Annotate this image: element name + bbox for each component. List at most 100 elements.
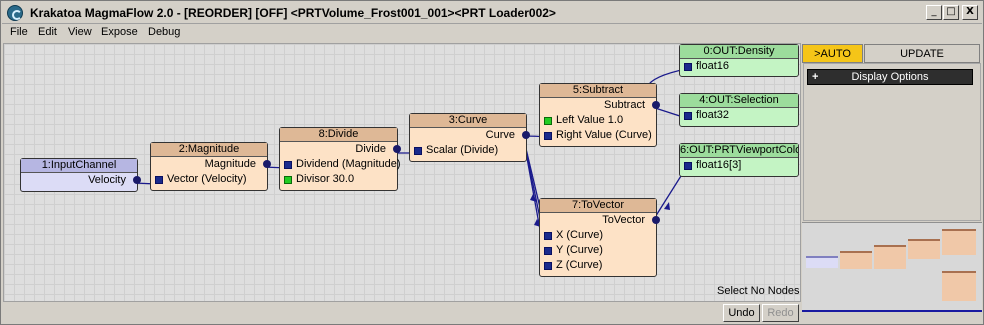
- menu-view[interactable]: View: [68, 26, 92, 38]
- node-tovector[interactable]: 7:ToVector ToVector X (Curve) Y (Curve) …: [539, 198, 660, 277]
- input-socket[interactable]: [684, 63, 692, 71]
- node-out-viewport-color[interactable]: 6:OUT:PRTViewportColor float16[3]: [679, 143, 799, 177]
- socket-label: Velocity: [88, 174, 126, 186]
- menu-debug[interactable]: Debug: [148, 26, 180, 38]
- socket-label: Dividend (Magnitude): [296, 158, 401, 170]
- node-title: 6:OUT:PRTViewportColor: [680, 144, 798, 158]
- rollout-label: Display Options: [851, 71, 929, 83]
- input-socket-row: Y (Curve): [540, 243, 656, 258]
- menu-edit[interactable]: Edit: [38, 26, 57, 38]
- menu-file[interactable]: File: [10, 26, 28, 38]
- output-socket[interactable]: [133, 176, 141, 184]
- expand-icon: +: [812, 71, 819, 83]
- socket-label: Right Value (Curve): [556, 129, 652, 141]
- input-socket[interactable]: [684, 112, 692, 120]
- constant-input-socket[interactable]: [284, 176, 292, 184]
- node-magnitude[interactable]: 2:Magnitude Magnitude Vector (Velocity): [150, 142, 271, 191]
- menu-bar: File Edit View Expose Debug: [2, 24, 982, 42]
- input-socket-row: Divisor 30.0: [280, 172, 397, 187]
- node-title: 3:Curve: [410, 114, 526, 128]
- auto-tab[interactable]: >AUTO: [802, 44, 863, 63]
- socket-label: X (Curve): [556, 229, 604, 241]
- close-button[interactable]: X: [962, 5, 978, 20]
- minimap-node: [942, 229, 976, 255]
- socket-label: Z (Curve): [556, 259, 603, 271]
- magmaflow-window: Krakatoa MagmaFlow 2.0 - [REORDER] [OFF]…: [0, 0, 984, 325]
- node-title: 4:OUT:Selection: [680, 94, 798, 108]
- input-socket-row: float16: [680, 59, 798, 74]
- status-text: Select No Nodes: [717, 285, 800, 297]
- node-subtract[interactable]: 5:Subtract Subtract Left Value 1.0 Right…: [539, 83, 660, 147]
- socket-label: float16[3]: [696, 159, 742, 171]
- node-title: 8:Divide: [280, 128, 397, 142]
- redo-button[interactable]: Redo: [762, 304, 799, 322]
- socket-label: Divide: [355, 143, 386, 155]
- app-icon: [7, 5, 23, 21]
- input-socket[interactable]: [544, 232, 552, 240]
- input-socket[interactable]: [684, 162, 692, 170]
- output-socket-row: ToVector: [540, 213, 660, 228]
- update-tab[interactable]: UPDATE: [864, 44, 980, 63]
- output-socket[interactable]: [652, 101, 660, 109]
- output-socket-row: Velocity: [21, 173, 141, 188]
- socket-label: Magnitude: [204, 158, 256, 170]
- input-socket[interactable]: [155, 176, 163, 184]
- undo-button[interactable]: Undo: [723, 304, 760, 322]
- node-curve[interactable]: 3:Curve Curve Scalar (Divide): [409, 113, 530, 162]
- output-socket[interactable]: [393, 145, 401, 153]
- output-socket-row: Magnitude: [151, 157, 271, 172]
- title-bar[interactable]: Krakatoa MagmaFlow 2.0 - [REORDER] [OFF]…: [2, 2, 982, 24]
- minimap-viewport-indicator: [802, 310, 982, 312]
- input-socket[interactable]: [544, 247, 552, 255]
- input-socket[interactable]: [414, 147, 422, 155]
- socket-label: Y (Curve): [556, 244, 603, 256]
- minimap-node: [942, 271, 976, 301]
- input-socket-row: Left Value 1.0: [540, 113, 656, 128]
- socket-label: ToVector: [602, 214, 645, 226]
- maximize-button[interactable]: □: [943, 5, 959, 20]
- node-title: 5:Subtract: [540, 84, 656, 98]
- input-socket-row: Vector (Velocity): [151, 172, 267, 187]
- rollout-area: [803, 63, 981, 221]
- socket-label: float16: [696, 60, 730, 72]
- minimap-node: [806, 256, 838, 268]
- input-socket-row: Z (Curve): [540, 258, 656, 273]
- input-socket[interactable]: [284, 161, 292, 169]
- input-socket-row: float16[3]: [680, 158, 798, 173]
- input-socket-row: Right Value (Curve): [540, 128, 656, 143]
- socket-label: Scalar (Divide): [426, 144, 499, 156]
- node-out-density[interactable]: 0:OUT:Density float16: [679, 44, 799, 77]
- node-input-channel[interactable]: 1:InputChannel Velocity: [20, 158, 141, 192]
- node-divide[interactable]: 8:Divide Divide Dividend (Magnitude) Div…: [279, 127, 401, 191]
- minimize-button[interactable]: _: [926, 5, 942, 20]
- window-title: Krakatoa MagmaFlow 2.0 - [REORDER] [OFF]…: [30, 6, 556, 20]
- menu-expose[interactable]: Expose: [101, 26, 138, 38]
- minimap-node: [908, 239, 940, 259]
- minimap-node: [840, 251, 872, 269]
- output-socket[interactable]: [652, 216, 660, 224]
- node-graph-canvas[interactable]: 1:InputChannel Velocity 2:Magnitude Magn…: [3, 43, 801, 302]
- socket-label: Vector (Velocity): [167, 173, 247, 185]
- input-socket-row: float32: [680, 108, 798, 123]
- output-socket-row: Subtract: [540, 98, 660, 113]
- input-socket[interactable]: [544, 132, 552, 140]
- node-title: 1:InputChannel: [21, 159, 137, 173]
- socket-label: Subtract: [604, 99, 645, 111]
- input-socket[interactable]: [544, 262, 552, 270]
- socket-label: Divisor 30.0: [296, 173, 355, 185]
- minimap[interactable]: [802, 222, 982, 312]
- constant-input-socket[interactable]: [544, 117, 552, 125]
- input-socket-row: X (Curve): [540, 228, 656, 243]
- socket-label: Curve: [485, 129, 515, 141]
- output-socket-row: Curve: [410, 128, 530, 143]
- output-socket-row: Divide: [280, 142, 401, 157]
- input-socket-row: Scalar (Divide): [410, 143, 526, 158]
- minimap-node: [874, 245, 906, 269]
- socket-label: float32: [696, 109, 730, 121]
- display-options-rollout[interactable]: + Display Options: [807, 69, 973, 85]
- output-socket[interactable]: [522, 131, 530, 139]
- node-out-selection[interactable]: 4:OUT:Selection float32: [679, 93, 799, 127]
- input-socket-row: Dividend (Magnitude): [280, 157, 401, 172]
- socket-label: Left Value 1.0: [556, 114, 624, 126]
- output-socket[interactable]: [263, 160, 271, 168]
